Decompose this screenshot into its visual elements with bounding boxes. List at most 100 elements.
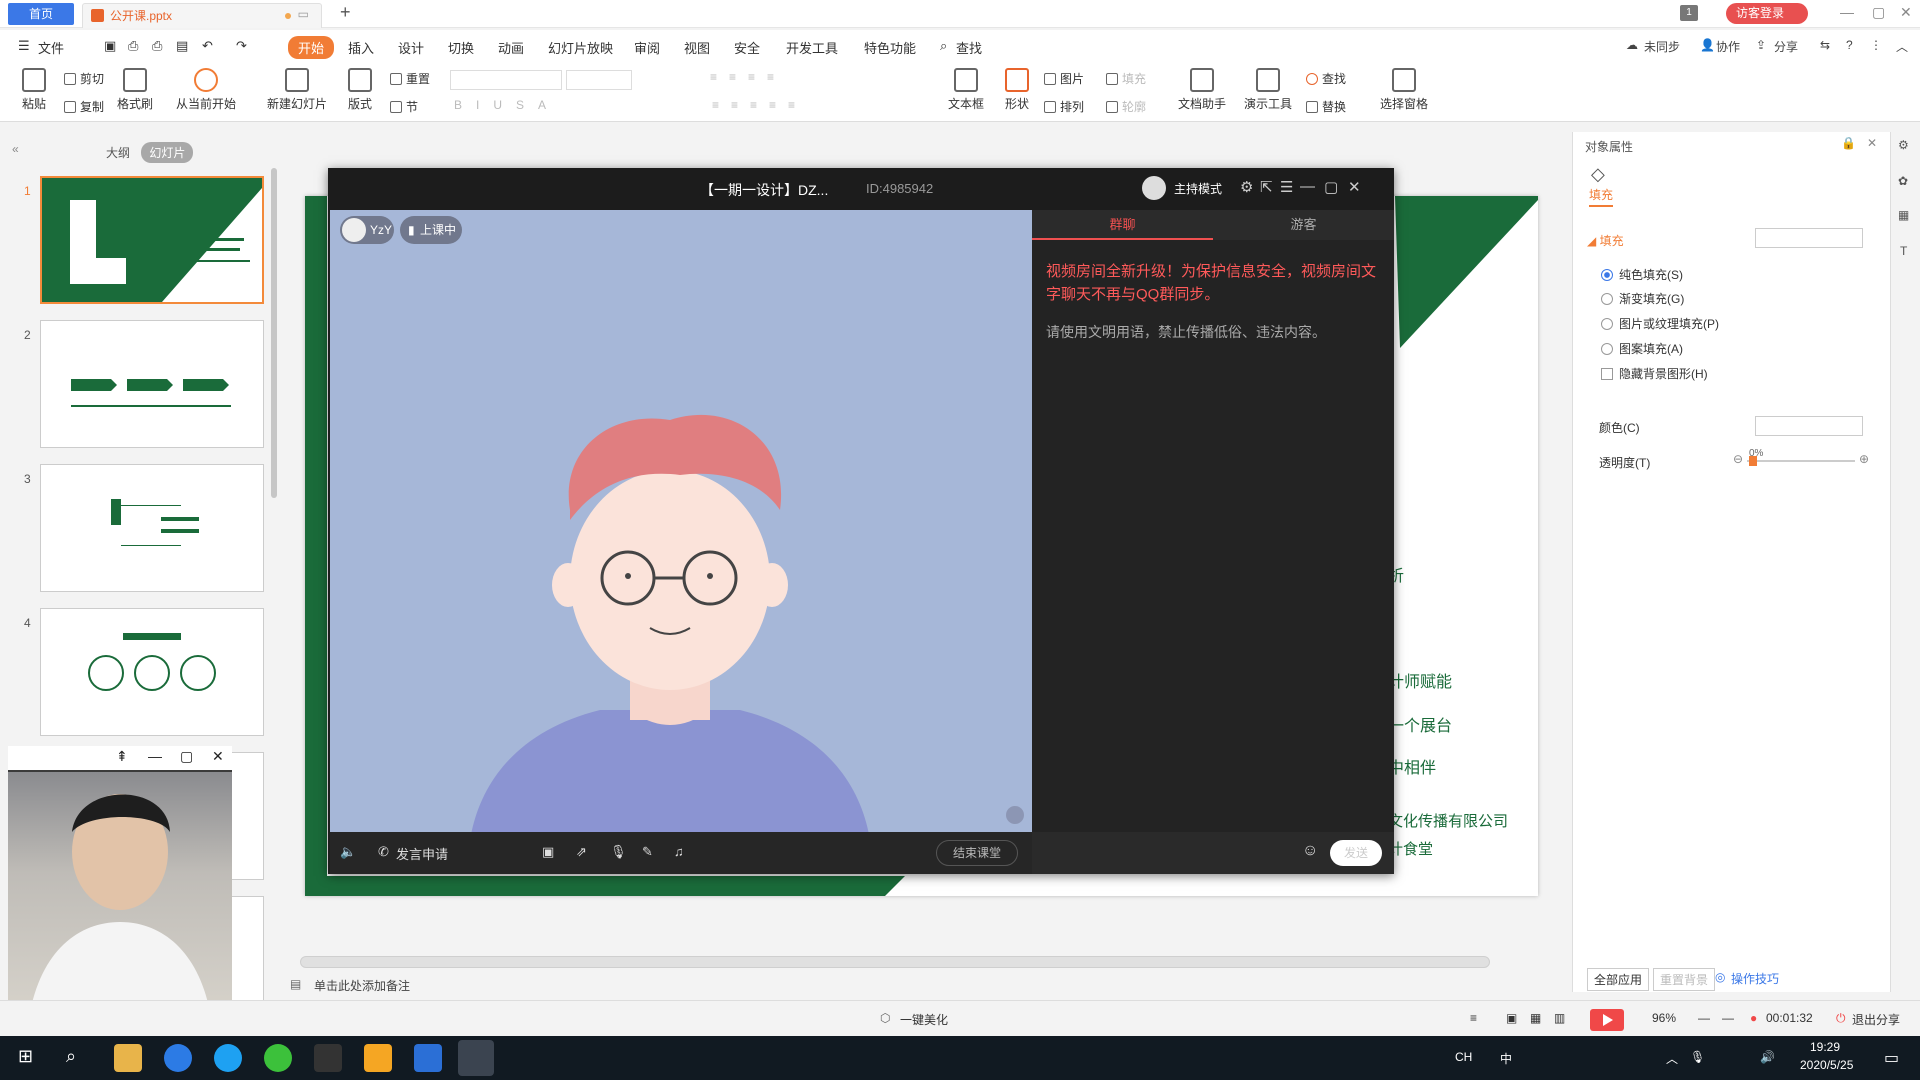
present-tools-button[interactable]: 演示工具: [1238, 68, 1298, 112]
qq-icon[interactable]: [314, 1044, 342, 1072]
undo-icon[interactable]: ↶: [202, 38, 213, 54]
sync-status[interactable]: 未同步: [1644, 38, 1680, 55]
align-buttons[interactable]: ≡≡≡≡≡: [712, 98, 807, 112]
new-slide-button[interactable]: 新建幻灯片: [262, 68, 332, 112]
format-painter-button[interactable]: 格式刷: [114, 68, 156, 112]
redo-icon[interactable]: ↷: [236, 38, 247, 54]
radio-gradient-fill[interactable]: 渐变填充(G): [1601, 290, 1684, 307]
chat-input-bar[interactable]: ☺ 发送: [1032, 832, 1394, 874]
menu-design[interactable]: 设计: [398, 38, 424, 57]
presentation-app-icon[interactable]: [458, 1040, 494, 1076]
zoom-out-icon[interactable]: —: [1698, 1011, 1710, 1025]
tab-close-icon[interactable]: ▭: [298, 7, 309, 21]
properties-icon[interactable]: ⚙: [1898, 138, 1909, 152]
menu-animation[interactable]: 动画: [498, 38, 524, 57]
whiteboard-icon[interactable]: ✎: [642, 844, 653, 860]
tray-chevron-icon[interactable]: ︿: [1666, 1050, 1678, 1067]
camera-icon[interactable]: ▣: [542, 844, 554, 860]
play-slideshow-button[interactable]: [1590, 1009, 1624, 1031]
new-tab-button[interactable]: +: [340, 2, 351, 23]
font-size-select[interactable]: [566, 70, 632, 90]
menu-developer[interactable]: 开发工具: [786, 38, 838, 57]
font-style-buttons[interactable]: BIUSA: [454, 98, 560, 112]
lock-icon[interactable]: 🔒: [1841, 136, 1856, 150]
emoji-icon[interactable]: ☺: [1302, 842, 1318, 860]
close-icon[interactable]: ✕: [1900, 4, 1912, 21]
paragraph-list-buttons[interactable]: ≡≡≡≡: [710, 70, 786, 84]
color-select[interactable]: [1755, 416, 1863, 436]
clock-time[interactable]: 19:29: [1810, 1040, 1840, 1054]
close-icon[interactable]: ✕: [1867, 136, 1877, 150]
screen-share-icon[interactable]: ⇗: [576, 844, 587, 860]
doc-helper-button[interactable]: 文档助手: [1176, 68, 1228, 112]
wps-icon[interactable]: [364, 1044, 392, 1072]
notes-toggle-icon[interactable]: ≡: [1470, 1011, 1477, 1025]
tab-outline[interactable]: 大纲: [98, 142, 138, 163]
windows-start-icon[interactable]: ⊞: [18, 1046, 33, 1067]
menu-view[interactable]: 视图: [684, 38, 710, 57]
replace-button[interactable]: 替换: [1306, 98, 1346, 115]
radio-solid-fill[interactable]: 纯色填充(S): [1601, 266, 1683, 283]
slide-thumbnail[interactable]: [40, 608, 264, 736]
minimize-icon[interactable]: —: [1300, 178, 1315, 195]
outline-button[interactable]: 轮廓: [1106, 98, 1146, 115]
from-current-button[interactable]: 从当前开始: [170, 68, 242, 112]
lang-indicator[interactable]: CH: [1455, 1050, 1472, 1064]
cut-button[interactable]: 剪切: [64, 70, 104, 87]
clock-date[interactable]: 2020/5/25: [1800, 1058, 1853, 1072]
maximize-icon[interactable]: ▢: [180, 748, 193, 765]
apply-all-button[interactable]: 全部应用: [1587, 968, 1650, 991]
notes-bar[interactable]: ▤ 单击此处添加备注: [282, 972, 1572, 996]
find-button[interactable]: 查找: [1306, 70, 1346, 87]
transparency-slider[interactable]: [1747, 460, 1855, 462]
file-explorer-icon[interactable]: [114, 1044, 142, 1072]
panel-title[interactable]: 对象属性: [1585, 138, 1633, 155]
layout-button[interactable]: 版式: [342, 68, 378, 112]
slide-thumbnail[interactable]: [40, 464, 264, 592]
wps-writer-icon[interactable]: [414, 1044, 442, 1072]
reset-background-button[interactable]: 重置背景: [1653, 968, 1716, 991]
help-icon[interactable]: ?: [1846, 38, 1853, 52]
menu-insert[interactable]: 插入: [348, 38, 374, 57]
home-tab[interactable]: 首页: [8, 3, 74, 25]
preview-icon[interactable]: ▤: [176, 38, 188, 54]
slide-thumbnail[interactable]: [40, 176, 264, 304]
menu-review[interactable]: 审阅: [634, 38, 660, 57]
plus-icon[interactable]: ⊕: [1859, 452, 1869, 466]
menu-transition[interactable]: 切换: [448, 38, 474, 57]
reading-view-icon[interactable]: ▥: [1554, 1011, 1565, 1025]
menu-security[interactable]: 安全: [734, 38, 760, 57]
text-box-button[interactable]: 文本框: [944, 68, 988, 112]
menu-slideshow[interactable]: 幻灯片放映: [548, 38, 613, 57]
arrange-button[interactable]: 排列: [1044, 98, 1084, 115]
search-icon[interactable]: ⌕: [940, 38, 947, 54]
more-icon[interactable]: ⋮: [1870, 38, 1882, 52]
style-icon[interactable]: ✿: [1898, 174, 1908, 188]
hide-bg-checkbox[interactable]: 隐藏背景图形(H): [1601, 365, 1708, 382]
send-button[interactable]: 发送: [1330, 840, 1382, 866]
settings-icon[interactable]: ⚙: [1240, 178, 1253, 196]
font-family-select[interactable]: [450, 70, 562, 90]
live-window-titlebar[interactable]: 【一期一设计】DZ... ID:4985942 主持模式 ⚙ ⇱ ☰ — ▢ ✕: [328, 168, 1394, 210]
share-button[interactable]: 分享: [1774, 38, 1798, 55]
shape-button[interactable]: 形状: [1000, 68, 1034, 112]
fill-section-header[interactable]: ◢ 填充: [1587, 232, 1624, 249]
radio-picture-fill[interactable]: 图片或纹理填充(P): [1601, 315, 1719, 332]
reset-button[interactable]: 重置: [390, 70, 430, 87]
fill-button[interactable]: 填充: [1106, 70, 1146, 87]
search-icon[interactable]: ⌕: [66, 1046, 76, 1067]
webcam-window[interactable]: ⇞ — ▢ ✕: [8, 746, 232, 1024]
tab-slides[interactable]: 幻灯片: [141, 142, 194, 163]
hamburger-icon[interactable]: ☰: [18, 38, 30, 54]
volume-icon[interactable]: 🔊: [1760, 1050, 1775, 1064]
visitor-login-button[interactable]: 访客登录: [1726, 3, 1808, 24]
speaker-icon[interactable]: 🔈: [340, 844, 356, 860]
copy-button[interactable]: 复制: [64, 98, 104, 115]
save-icon[interactable]: ▣: [104, 38, 116, 54]
fill-type-select[interactable]: [1755, 228, 1863, 248]
tab-guests[interactable]: 游客: [1213, 210, 1394, 240]
collapse-ribbon-icon[interactable]: ︿: [1896, 38, 1908, 55]
zoom-slider[interactable]: —: [1722, 1011, 1734, 1025]
menu-icon[interactable]: ☰: [1280, 178, 1293, 196]
minimize-icon[interactable]: —: [1840, 4, 1854, 20]
